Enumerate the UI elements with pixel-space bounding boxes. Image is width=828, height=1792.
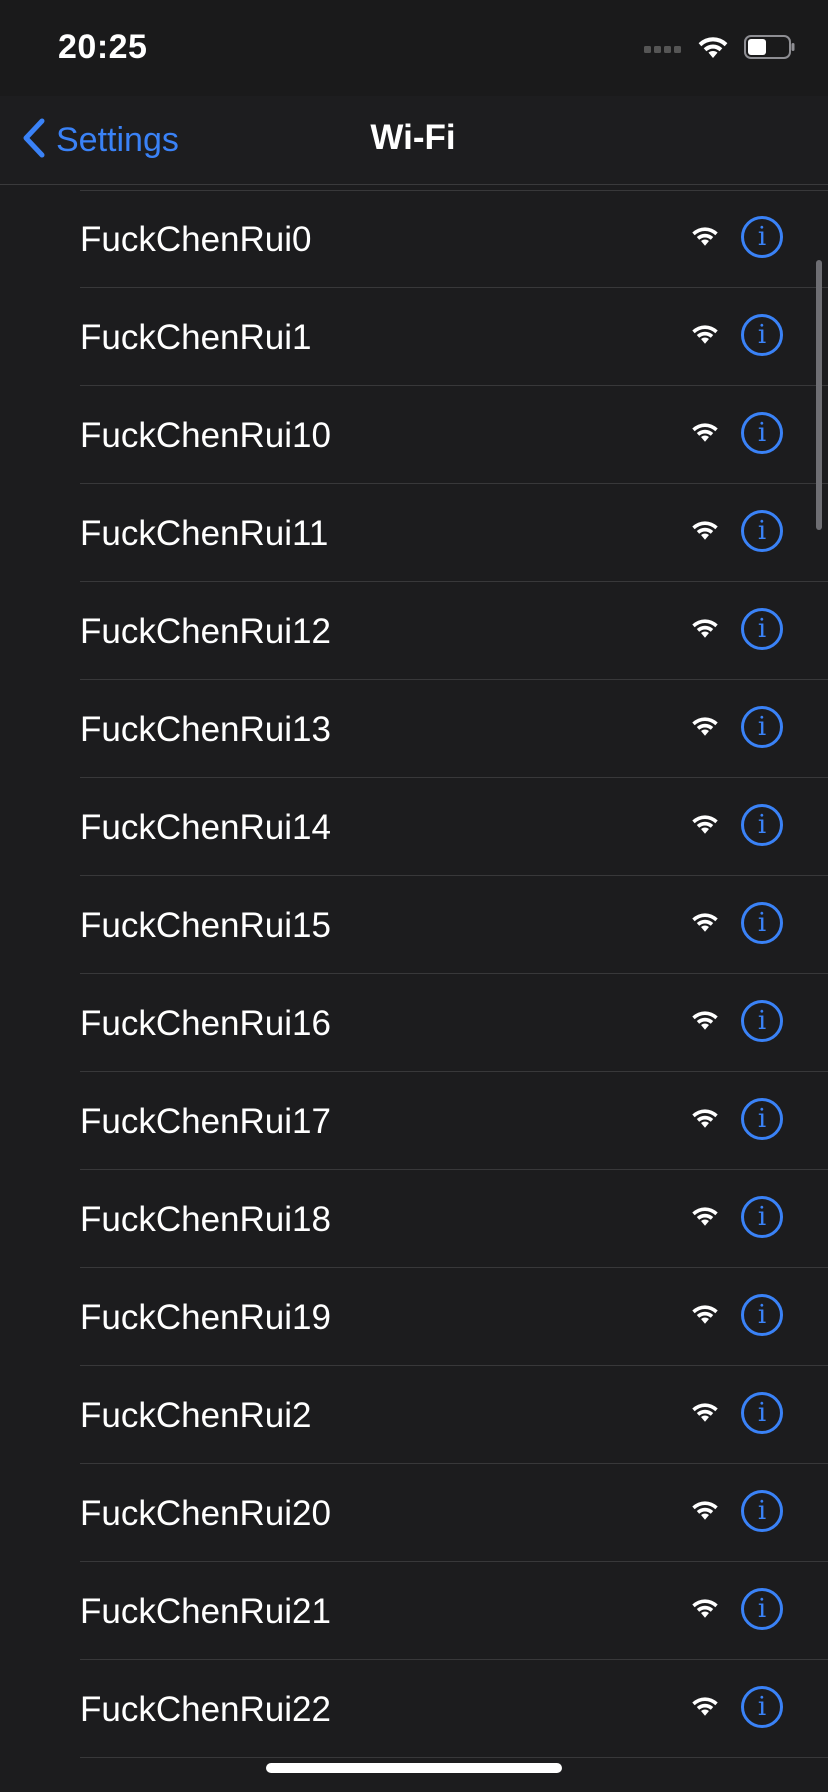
- network-name: FuckChenRui22: [80, 1690, 331, 1729]
- info-icon[interactable]: i: [741, 1098, 783, 1140]
- wifi-signal-icon: [690, 910, 720, 939]
- network-row[interactable]: FuckChenRui12 i: [0, 582, 828, 680]
- network-name: FuckChenRui0: [80, 220, 312, 259]
- wifi-signal-icon: [690, 1694, 720, 1723]
- wifi-signal-icon: [690, 616, 720, 645]
- network-name: FuckChenRui19: [80, 1298, 331, 1337]
- network-row[interactable]: FuckChenRui14 i: [0, 778, 828, 876]
- wifi-signal-icon: [690, 812, 720, 841]
- wifi-signal-icon: [690, 1498, 720, 1527]
- network-row[interactable]: FuckChenRui15 i: [0, 876, 828, 974]
- info-icon[interactable]: i: [741, 510, 783, 552]
- wifi-signal-icon: [690, 1596, 720, 1625]
- network-name: FuckChenRui13: [80, 710, 331, 749]
- network-name: FuckChenRui21: [80, 1592, 331, 1631]
- info-icon[interactable]: i: [741, 1196, 783, 1238]
- wifi-signal-icon: [690, 1400, 720, 1429]
- network-row[interactable]: FuckChenRui18 i: [0, 1170, 828, 1268]
- info-icon[interactable]: i: [741, 608, 783, 650]
- network-row[interactable]: FuckChenRui22 i: [0, 1660, 828, 1758]
- info-icon[interactable]: i: [741, 314, 783, 356]
- home-indicator[interactable]: [266, 1763, 562, 1773]
- network-name: FuckChenRui12: [80, 612, 331, 651]
- network-name: FuckChenRui1: [80, 318, 312, 357]
- status-bar: 20:25: [0, 0, 828, 96]
- wifi-signal-icon: [690, 714, 720, 743]
- network-row[interactable]: FuckChenRui11 i: [0, 484, 828, 582]
- wifi-signal-icon: [690, 1106, 720, 1135]
- cellular-signal-icon: [644, 41, 682, 59]
- network-name: FuckChenRui18: [80, 1200, 331, 1239]
- network-row[interactable]: FuckChenRui1 i: [0, 288, 828, 386]
- info-icon[interactable]: i: [741, 1294, 783, 1336]
- row-separator: [80, 1757, 828, 1758]
- info-icon[interactable]: i: [741, 706, 783, 748]
- wifi-signal-icon: [690, 224, 720, 253]
- status-icons: [644, 34, 796, 65]
- network-name: FuckChenRui11: [80, 514, 329, 553]
- info-icon[interactable]: i: [741, 804, 783, 846]
- scrollbar[interactable]: [816, 260, 822, 530]
- info-icon[interactable]: i: [741, 1490, 783, 1532]
- wifi-signal-icon: [690, 322, 720, 351]
- network-list: FuckChenRui0 i FuckChenRui1 i FuckChenRui10 i…: [0, 190, 828, 1758]
- network-row[interactable]: FuckChenRui20 i: [0, 1464, 828, 1562]
- network-row[interactable]: FuckChenRui2 i: [0, 1366, 828, 1464]
- network-row[interactable]: FuckChenRui17 i: [0, 1072, 828, 1170]
- network-row[interactable]: FuckChenRui21 i: [0, 1562, 828, 1660]
- info-icon[interactable]: i: [741, 412, 783, 454]
- info-icon[interactable]: i: [741, 1392, 783, 1434]
- wifi-signal-icon: [690, 1008, 720, 1037]
- wifi-signal-icon: [690, 420, 720, 449]
- wifi-settings-screen: 20:25 Settings Wi-Fi FuckChenRui0 i Fuck…: [0, 0, 828, 1792]
- info-icon[interactable]: i: [741, 216, 783, 258]
- network-name: FuckChenRui20: [80, 1494, 331, 1533]
- info-icon[interactable]: i: [741, 902, 783, 944]
- network-name: FuckChenRui17: [80, 1102, 331, 1141]
- wifi-signal-icon: [690, 518, 720, 547]
- network-row[interactable]: FuckChenRui0 i: [0, 190, 828, 288]
- network-row[interactable]: FuckChenRui13 i: [0, 680, 828, 778]
- info-icon[interactable]: i: [741, 1000, 783, 1042]
- wifi-signal-icon: [690, 1302, 720, 1331]
- battery-icon: [744, 35, 796, 64]
- network-row[interactable]: FuckChenRui16 i: [0, 974, 828, 1072]
- network-name: FuckChenRui2: [80, 1396, 312, 1435]
- status-time: 20:25: [58, 28, 148, 66]
- network-name: FuckChenRui10: [80, 416, 331, 455]
- navigation-bar: Settings Wi-Fi: [0, 96, 828, 185]
- info-icon[interactable]: i: [741, 1686, 783, 1728]
- network-row[interactable]: FuckChenRui10 i: [0, 386, 828, 484]
- info-icon[interactable]: i: [741, 1588, 783, 1630]
- network-name: FuckChenRui16: [80, 1004, 331, 1043]
- wifi-signal-icon: [690, 1204, 720, 1233]
- network-name: FuckChenRui15: [80, 906, 331, 945]
- wifi-icon: [696, 34, 730, 65]
- network-name: FuckChenRui14: [80, 808, 331, 847]
- network-row[interactable]: FuckChenRui19 i: [0, 1268, 828, 1366]
- page-title: Wi-Fi: [370, 118, 456, 157]
